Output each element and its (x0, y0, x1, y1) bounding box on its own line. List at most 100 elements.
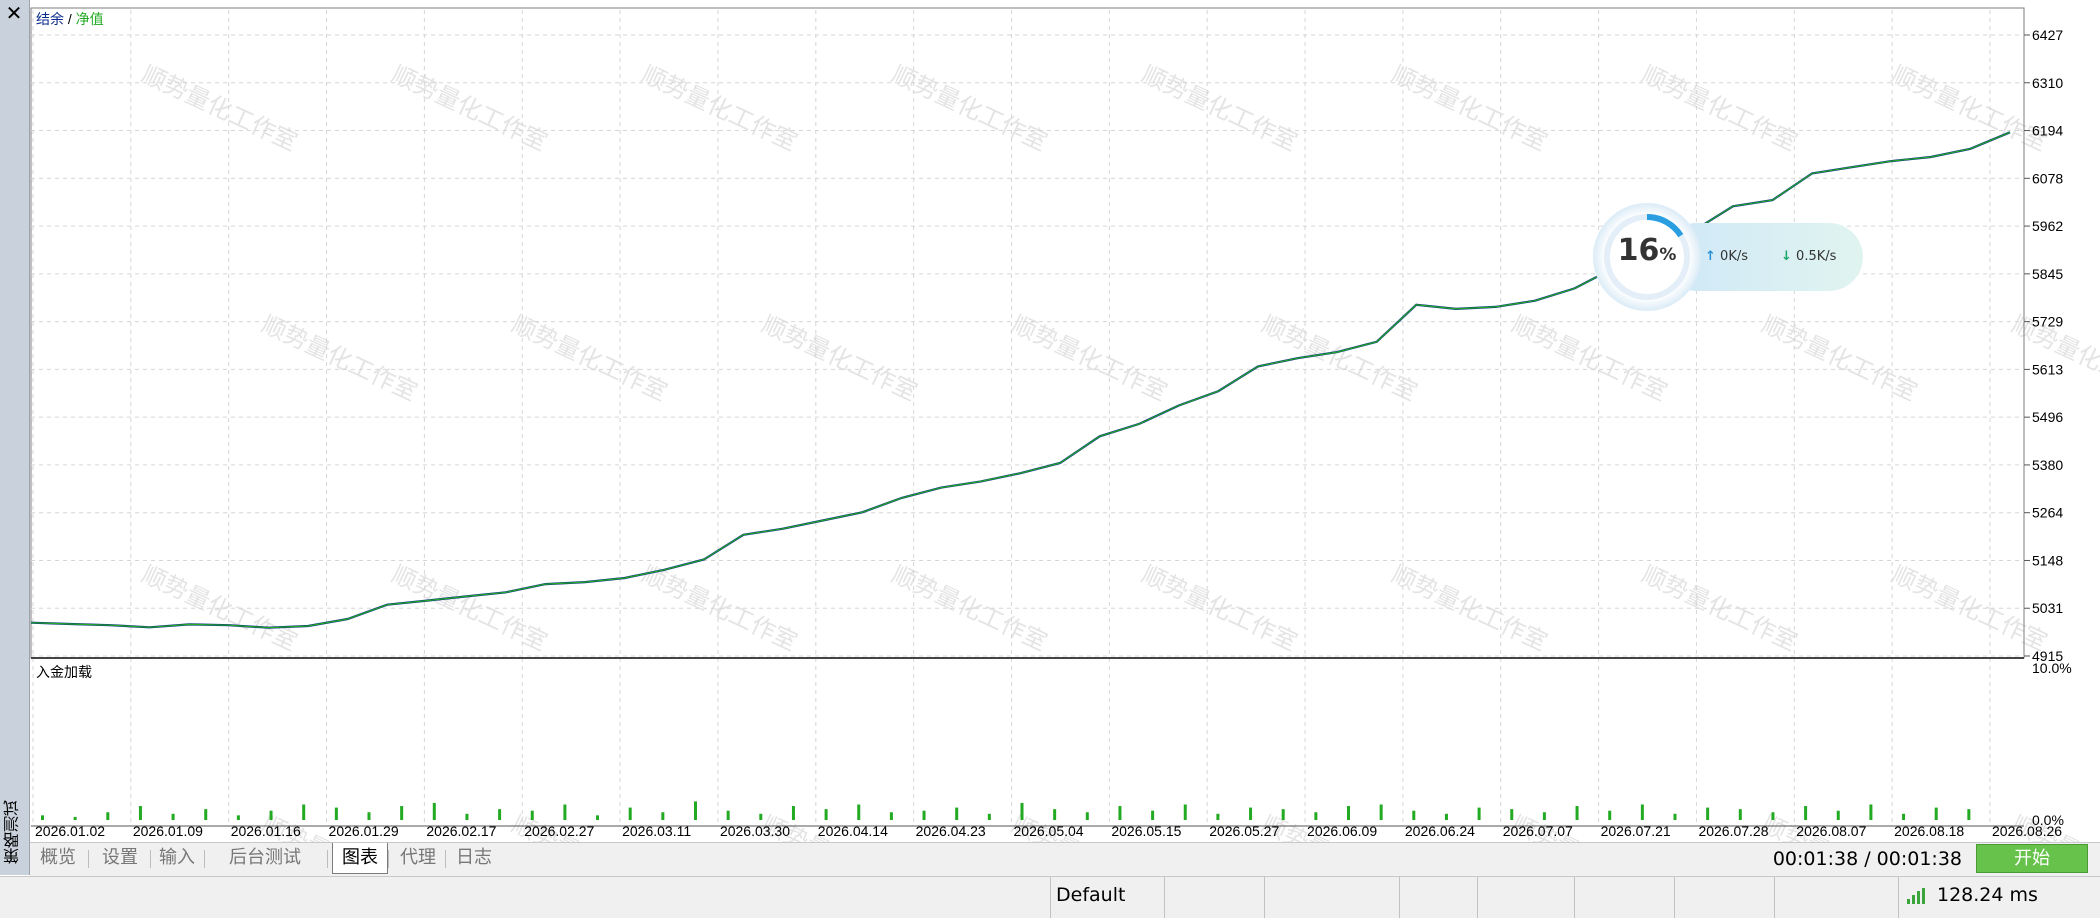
tab-4[interactable]: 图表 (332, 843, 388, 874)
load-bar (1118, 806, 1122, 820)
load-bar (1216, 813, 1220, 820)
status-cell-ping[interactable]: 128.24 ms (1898, 877, 2100, 918)
load-bar (1542, 812, 1546, 820)
x-tick-label: 2026.08.07 (1796, 823, 1866, 839)
download-arrow-icon: ↓ (1781, 249, 1792, 264)
load-bar (824, 809, 828, 820)
y-tick-label: 5729 (2032, 314, 2063, 330)
x-tick-label: 2026.05.27 (1209, 823, 1279, 839)
y-tick-label: 5380 (2032, 457, 2063, 473)
tab-5[interactable]: 代理 (393, 843, 443, 873)
load-bar (1967, 809, 1971, 820)
load-bar (334, 807, 338, 820)
x-tick-label: 2026.02.27 (524, 823, 594, 839)
x-tick-label: 2026.08.26 (1992, 823, 2062, 839)
tab-2[interactable]: 输入 (152, 843, 202, 873)
watermark-text: 顺势量化工作室 (1757, 310, 1921, 406)
tab-separator (445, 850, 446, 868)
y-tick-label: 6427 (2032, 27, 2063, 43)
tab-1[interactable]: 设置 (92, 843, 148, 873)
load-bar (1477, 807, 1481, 820)
load-bar (1053, 809, 1057, 820)
y-tick-label: 5031 (2032, 600, 2063, 616)
start-button[interactable]: 开始 (1976, 844, 2088, 873)
status-cell-empty-5 (1574, 877, 1675, 918)
watermark-text: 顺势量化工作室 (887, 60, 1051, 156)
x-tick-label: 2026.03.11 (622, 823, 691, 839)
load-bar (269, 810, 273, 820)
load-bar (857, 804, 861, 820)
load-bar (171, 813, 175, 820)
load-bar (1673, 813, 1677, 820)
signal-strength-icon (1907, 888, 1927, 904)
network-speed-widget[interactable]: ↑ 0K/s ↓ 0.5K/s 16% (1593, 203, 1871, 311)
legend-balance: 结余 (36, 11, 64, 27)
y-tick-label: 5496 (2032, 409, 2063, 425)
status-cell-empty-7 (1774, 877, 1899, 918)
load-bar (530, 810, 534, 820)
download-value: 0.5K/s (1796, 249, 1837, 264)
load-bar (1738, 809, 1742, 820)
load-bar (791, 806, 795, 820)
tab-3[interactable]: 后台测试 (205, 843, 325, 873)
y-tick-label: 6078 (2032, 170, 2063, 186)
watermark-text: 顺势量化工作室 (1637, 60, 1801, 156)
tab-6[interactable]: 日志 (449, 843, 499, 873)
load-bar (41, 815, 44, 820)
profile-name: Default (1056, 884, 1126, 906)
tab-0[interactable]: 概览 (30, 843, 86, 873)
tab-separator (388, 850, 389, 868)
watermark-text: 顺势量化工作室 (1507, 310, 1671, 406)
status-cell-empty-6 (1674, 877, 1775, 918)
watermark-text: 顺势量化工作室 (1387, 560, 1551, 656)
upload-arrow-icon: ↑ (1705, 249, 1716, 264)
legend-equity: 净值 (76, 11, 104, 27)
load-bar (889, 812, 893, 820)
percent-number: 16 (1617, 233, 1660, 268)
watermark-text: 顺势量化工作室 (637, 60, 801, 156)
x-tick-label: 2026.05.15 (1111, 823, 1181, 839)
watermark-text: 顺势量化工作室 (387, 60, 551, 156)
load-bar (1804, 806, 1808, 820)
load-bar (1085, 812, 1089, 820)
sub-y-tick-top: 10.0% (2032, 660, 2072, 676)
load-bar (661, 812, 665, 820)
load-bar (1281, 809, 1285, 820)
watermark-text: 顺势量化工作室 (257, 310, 421, 406)
download-speed: ↓ 0.5K/s (1781, 249, 1836, 264)
tab-separator (88, 850, 89, 868)
load-bars (41, 801, 1971, 820)
progress-ring: 16% (1593, 203, 1701, 311)
load-bar (1249, 807, 1253, 820)
status-cell-empty-3 (1399, 877, 1478, 918)
watermark-text: 顺势量化工作室 (387, 560, 551, 656)
tab-separator (327, 850, 328, 868)
x-tick-label: 2026.07.21 (1601, 823, 1671, 839)
tab-separator (150, 850, 151, 868)
load-bar (628, 807, 632, 820)
x-tick-label: 2026.01.16 (231, 823, 301, 839)
x-tick-label: 2026.07.28 (1698, 823, 1768, 839)
load-bar (1510, 809, 1514, 820)
status-cell-empty-4 (1477, 877, 1575, 918)
percent-sign: % (1659, 245, 1677, 265)
x-tick-label: 2026.01.09 (133, 823, 203, 839)
load-bar (1379, 804, 1383, 820)
load-bar (465, 813, 469, 820)
load-bar (432, 802, 436, 820)
watermark-text: 顺势量化工作室 (1137, 60, 1301, 156)
ping-value: 128.24 ms (1937, 884, 2038, 906)
y-tick-label: 5264 (2032, 505, 2063, 521)
upload-value: 0K/s (1720, 249, 1748, 264)
load-bar (204, 809, 208, 820)
load-bar (1902, 813, 1906, 820)
x-tick-label: 2026.07.07 (1503, 823, 1573, 839)
load-bar (236, 815, 240, 820)
load-bar (302, 804, 306, 820)
load-bar (922, 810, 926, 820)
load-bar (759, 813, 763, 820)
load-bar (73, 816, 77, 820)
load-bar (1151, 810, 1155, 820)
load-bar (1347, 806, 1350, 820)
status-cell-empty-2 (1264, 877, 1400, 918)
